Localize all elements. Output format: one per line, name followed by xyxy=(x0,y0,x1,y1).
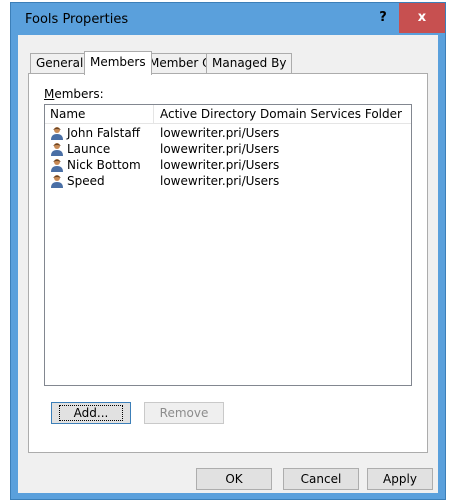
member-folder: lowewriter.pri/Users xyxy=(160,142,280,156)
user-icon xyxy=(51,175,63,188)
list-item[interactable]: Speed lowewriter.pri/Users xyxy=(45,173,411,189)
tab-managed-by[interactable]: Managed By xyxy=(206,53,293,73)
close-icon: x xyxy=(417,10,427,25)
column-header-folder[interactable]: Active Directory Domain Services Folder xyxy=(160,107,402,121)
add-button-label: Add... xyxy=(58,405,124,421)
apply-button[interactable]: Apply xyxy=(367,468,433,490)
properties-window: Fools Properties ? x General Members Mem… xyxy=(10,2,446,500)
list-item[interactable]: Launce lowewriter.pri/Users xyxy=(45,141,411,157)
tab-label: General xyxy=(36,56,84,70)
member-name: John Falstaff xyxy=(67,126,140,140)
add-button[interactable]: Add... xyxy=(51,402,131,424)
apply-button-label: Apply xyxy=(383,472,417,486)
close-button[interactable]: x xyxy=(399,3,445,33)
member-name: Nick Bottom xyxy=(67,158,141,172)
tab-label: Managed By xyxy=(212,56,287,70)
cancel-button[interactable]: Cancel xyxy=(283,468,359,490)
tab-label: Members xyxy=(90,55,146,69)
list-item[interactable]: Nick Bottom lowewriter.pri/Users xyxy=(45,157,411,173)
members-label-text: embers: xyxy=(54,87,104,101)
member-name: Launce xyxy=(67,142,111,156)
ok-button[interactable]: OK xyxy=(196,468,272,490)
user-icon xyxy=(51,127,63,140)
column-header-name[interactable]: Name xyxy=(50,107,85,121)
question-mark-icon: ? xyxy=(379,10,387,25)
member-folder: lowewriter.pri/Users xyxy=(160,158,280,172)
remove-button-label: Remove xyxy=(159,406,209,420)
tab-members[interactable]: Members xyxy=(84,51,152,75)
members-label: Members: xyxy=(44,87,104,101)
window-title: Fools Properties xyxy=(25,12,129,27)
list-item[interactable]: John Falstaff lowewriter.pri/Users xyxy=(45,125,411,141)
dialog-client-area: General Members Member Of Managed By Mem… xyxy=(18,35,438,493)
user-icon xyxy=(51,143,63,156)
members-list[interactable]: Name Active Directory Domain Services Fo… xyxy=(44,104,412,386)
tab-general[interactable]: General xyxy=(30,53,90,73)
list-header: Name Active Directory Domain Services Fo… xyxy=(45,105,411,124)
ok-button-label: OK xyxy=(225,472,243,486)
cancel-button-label: Cancel xyxy=(300,472,342,486)
member-folder: lowewriter.pri/Users xyxy=(160,126,280,140)
column-divider[interactable] xyxy=(153,105,154,123)
user-icon xyxy=(51,159,63,172)
member-folder: lowewriter.pri/Users xyxy=(160,174,280,188)
remove-button[interactable]: Remove xyxy=(144,402,224,424)
member-name: Speed xyxy=(67,174,105,188)
members-tab-panel: Members: Name Active Directory Domain Se… xyxy=(28,73,428,453)
title-bar[interactable]: Fools Properties ? x xyxy=(11,3,445,35)
